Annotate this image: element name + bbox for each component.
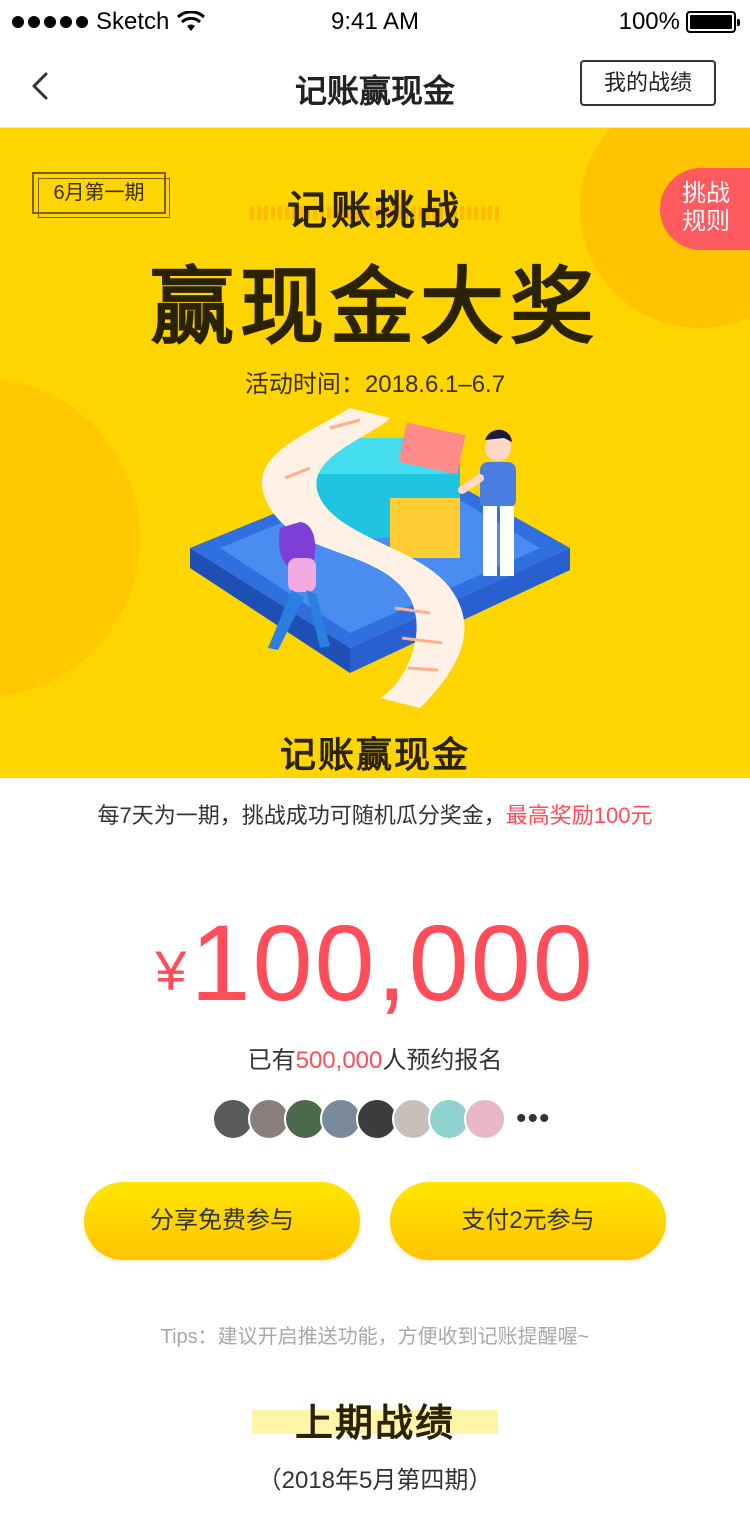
pay-join-button[interactable]: 支付2元参与 [390, 1182, 666, 1260]
more-participants-icon[interactable]: ••• [516, 1104, 551, 1134]
prize-pool: ¥100,000 [0, 900, 750, 1025]
hero-banner: 6月第一期 挑战 规则 记账挑战 赢现金大奖 活动时间：2018.6.1–6.7 [0, 128, 750, 778]
status-bar: Sketch 9:41 AM 100% [0, 0, 750, 44]
last-period-title: 上期战绩 [294, 1403, 455, 1445]
activity-date: 活动时间：2018.6.1–6.7 [244, 371, 506, 398]
description-text: 每7天为一期，挑战成功可随机瓜分奖金， [97, 803, 506, 828]
signup-prefix: 已有 [247, 1047, 296, 1074]
prize-amount: 100,000 [190, 902, 595, 1023]
signup-count-line: 已有500,000人预约报名 [0, 1040, 750, 1075]
currency-symbol: ¥ [155, 939, 187, 1002]
decor-circle [0, 378, 140, 698]
battery-indicator: 100% [618, 8, 740, 36]
rules-description: 每7天为一期，挑战成功可随机瓜分奖金，最高奖励100元 [0, 798, 750, 830]
push-tips: Tips：建议开启推送功能，方便收到记账提醒喔~ [160, 1326, 590, 1348]
challenge-title: 记账挑战 [287, 189, 463, 233]
my-record-button[interactable]: 我的战绩 [580, 60, 716, 106]
battery-icon [686, 11, 740, 33]
main-title: 赢现金大奖 [149, 257, 600, 356]
banner-subtitle: 记账赢现金 [279, 734, 470, 775]
wallet-illustration [190, 408, 570, 708]
battery-percent: 100% [618, 8, 680, 35]
nav-bar: 记账赢现金 我的战绩 [0, 44, 750, 128]
max-reward-highlight: 最高奖励100元 [505, 803, 653, 828]
avatar [464, 1098, 506, 1140]
signup-suffix: 人预约报名 [382, 1047, 503, 1074]
share-free-join-button[interactable]: 分享免费参与 [84, 1182, 360, 1260]
participant-avatars: ••• [212, 1098, 551, 1140]
signup-count: 500,000 [295, 1047, 383, 1074]
last-period-subtitle: （2018年5月第四期） [257, 1467, 493, 1494]
